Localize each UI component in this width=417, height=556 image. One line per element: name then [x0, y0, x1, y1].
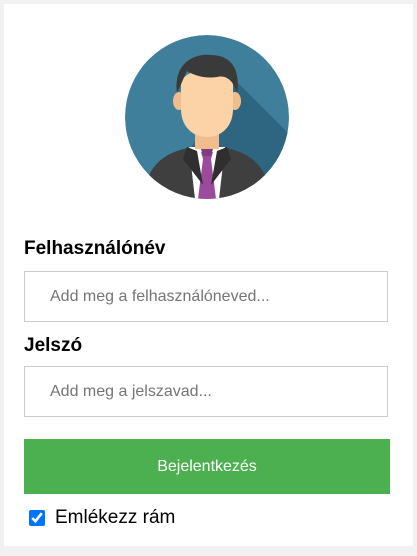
login-button[interactable]: Bejelentkezés — [24, 439, 390, 494]
user-avatar-icon — [125, 35, 289, 199]
username-label: Felhasználónév — [24, 238, 166, 259]
password-label: Jelszó — [24, 335, 83, 356]
login-card: Felhasználónév Jelszó Bejelentkezés Emlé… — [4, 4, 413, 546]
password-input[interactable] — [24, 366, 388, 417]
remember-me-label: Emlékezz rám — [55, 507, 176, 528]
remember-me-checkbox[interactable] — [29, 510, 45, 526]
remember-me-row[interactable]: Emlékezz rám — [28, 506, 175, 530]
username-input[interactable] — [24, 271, 388, 322]
